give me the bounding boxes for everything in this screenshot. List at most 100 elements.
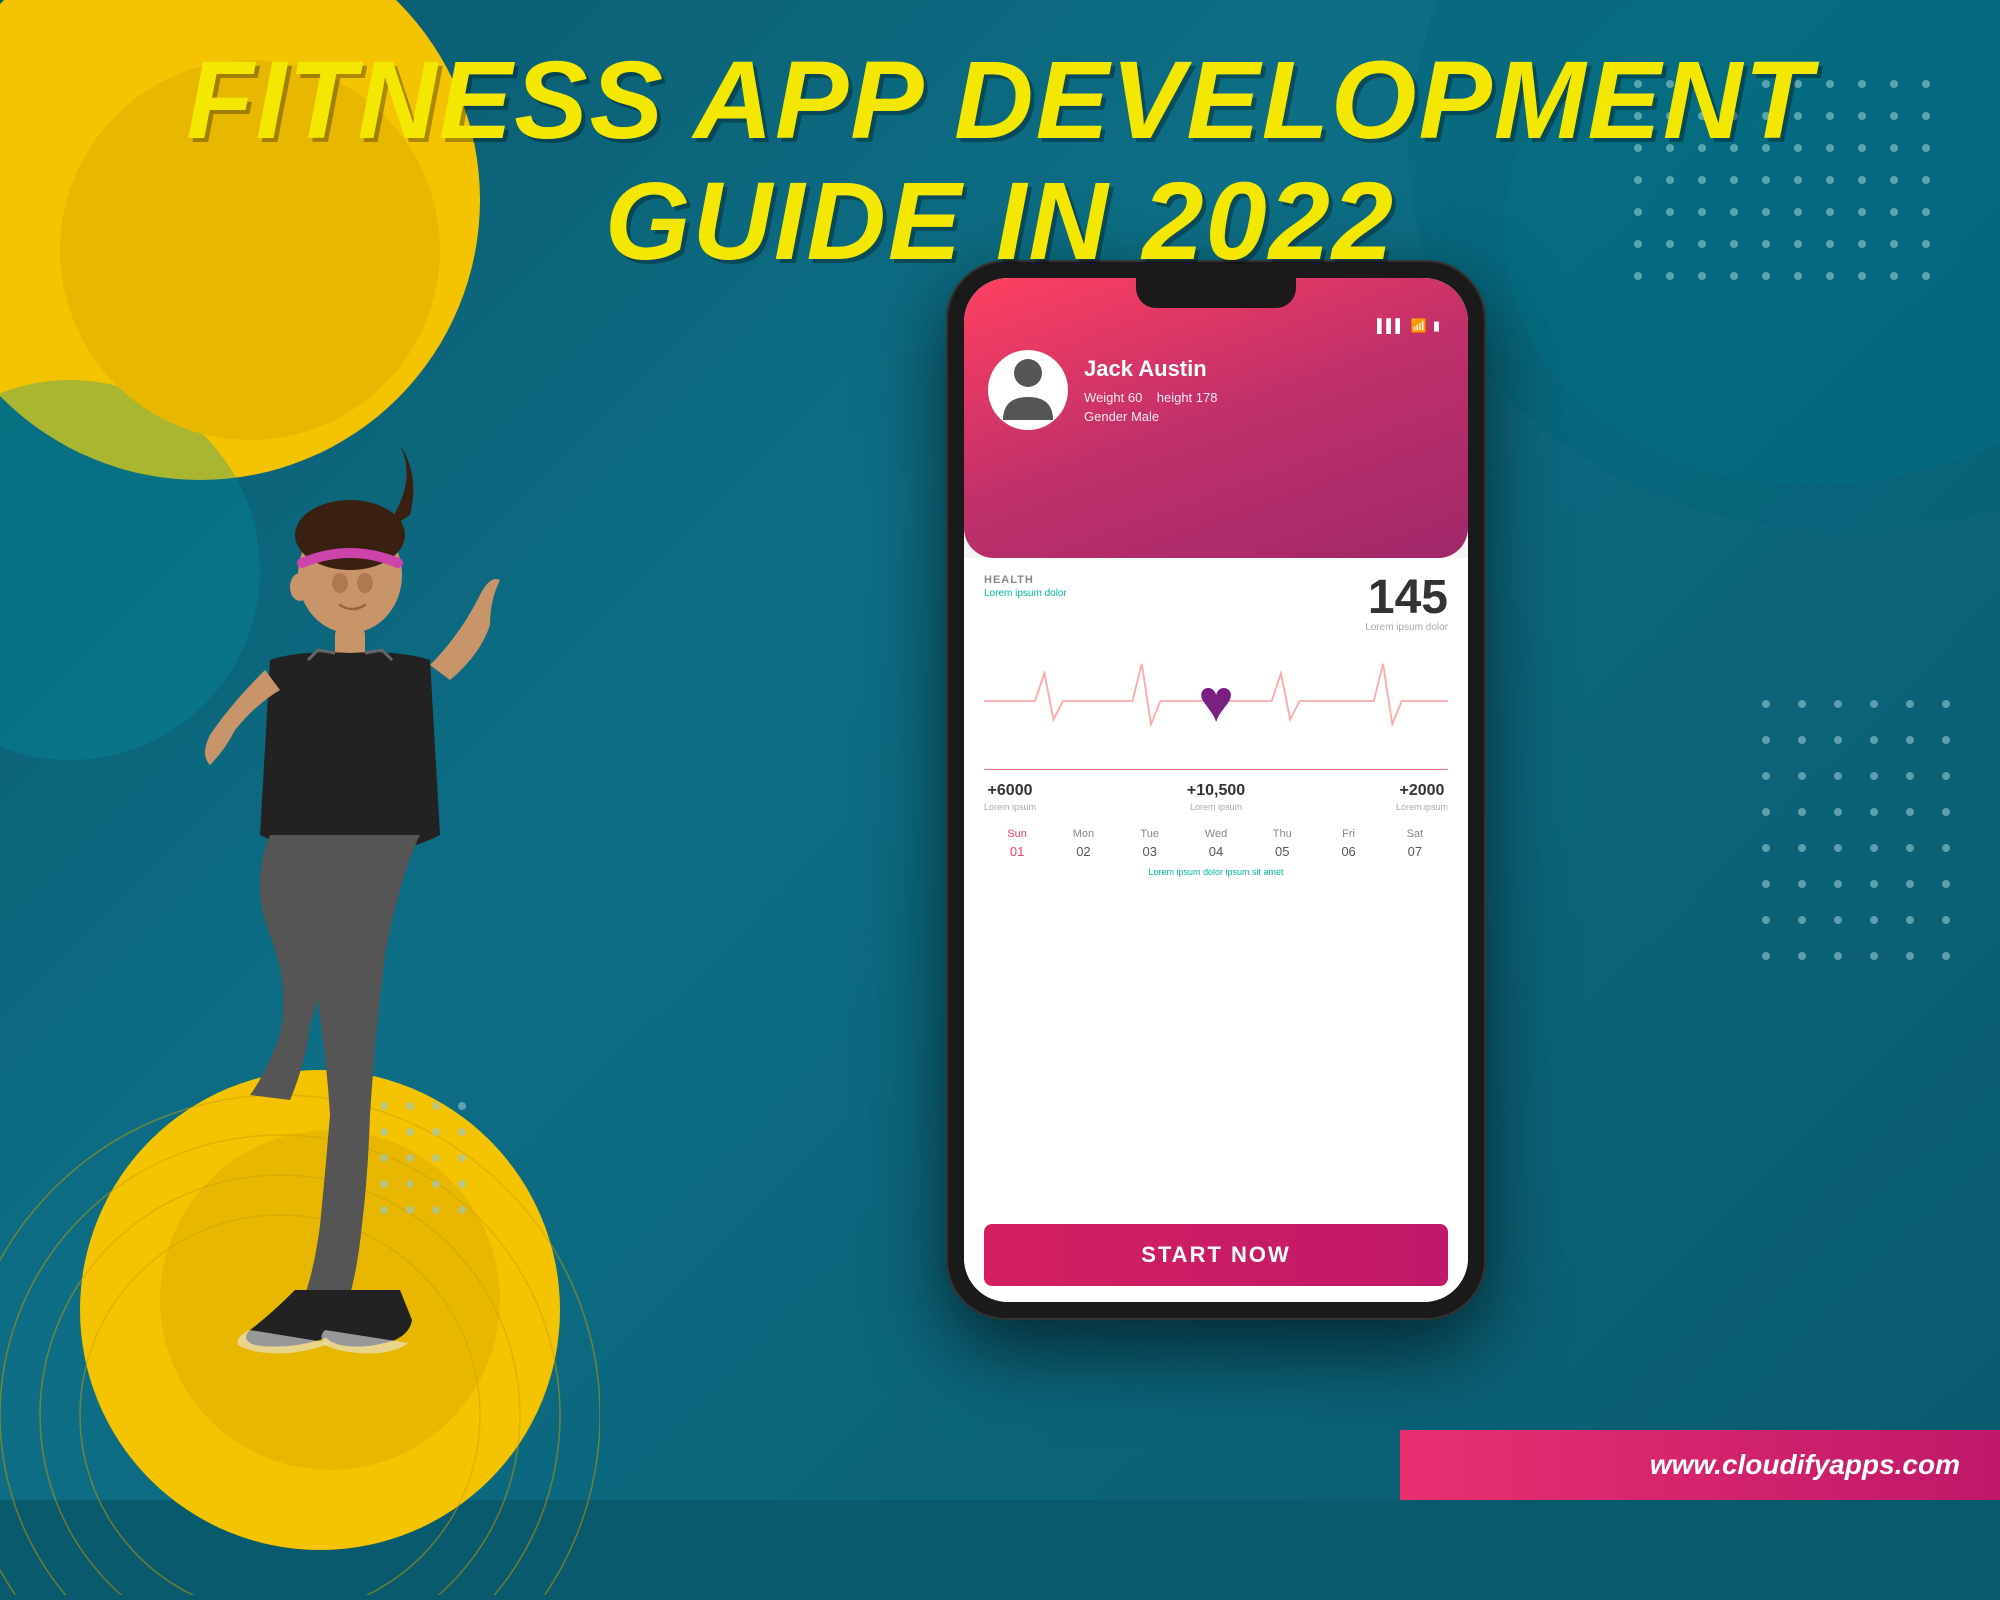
dot xyxy=(1798,700,1806,708)
dot xyxy=(1834,880,1842,888)
stat-item-2: +2000 Lorem ipsum xyxy=(1396,782,1448,812)
dot xyxy=(1762,844,1770,852)
cal-day-name: Fri xyxy=(1315,828,1381,840)
stat-label-1: Lorem ipsum xyxy=(1187,802,1245,812)
dot xyxy=(1762,880,1770,888)
dot xyxy=(1942,880,1950,888)
dot xyxy=(1870,880,1878,888)
calendar-day: Sun 01 xyxy=(984,828,1050,859)
profile-gender: Gender Male xyxy=(1084,409,1217,424)
dot xyxy=(1798,736,1806,744)
dot xyxy=(1870,772,1878,780)
cal-day-name: Mon xyxy=(1050,828,1116,840)
calendar-day: Sat 07 xyxy=(1382,828,1448,859)
dot xyxy=(1798,952,1806,960)
stats-row: +6000 Lorem ipsum +10,500 Lorem ipsum +2… xyxy=(984,782,1448,812)
dot xyxy=(1834,916,1842,924)
profile-stats-weight-height: Weight 60 height 178 xyxy=(1084,390,1217,405)
profile-row: Jack Austin Weight 60 height 178 Gender … xyxy=(988,350,1444,430)
dot xyxy=(1906,952,1914,960)
footer-bar: www.cloudifyapps.com xyxy=(1400,1430,2000,1500)
dot xyxy=(1870,952,1878,960)
dot xyxy=(1942,844,1950,852)
dot xyxy=(1906,916,1914,924)
cal-day-num: 01 xyxy=(984,844,1050,859)
health-label: HEALTH xyxy=(984,574,1067,586)
health-section: HEALTH Lorem ipsum dolor 145 Lorem ipsum… xyxy=(984,574,1448,633)
calendar-day: Tue03 xyxy=(1117,828,1183,859)
stat-item-1: +10,500 Lorem ipsum xyxy=(1187,782,1245,812)
dot xyxy=(1870,736,1878,744)
calendar-sublabel: Lorem ipsum dolor ipsum sit amet xyxy=(984,867,1448,877)
stat-item-0: +6000 Lorem ipsum xyxy=(984,782,1036,812)
dots-grid-mid-right: const dg2 = document.querySelector('.dot… xyxy=(1762,700,1960,970)
dot xyxy=(1798,916,1806,924)
cal-day-num: 02 xyxy=(1050,844,1116,859)
dot xyxy=(1906,700,1914,708)
dot xyxy=(1870,916,1878,924)
dot xyxy=(1906,844,1914,852)
cal-day-num: 05 xyxy=(1249,844,1315,859)
dot xyxy=(1942,952,1950,960)
health-sublabel: Lorem ipsum dolor xyxy=(984,588,1067,599)
dot xyxy=(1834,772,1842,780)
title-line1: FITNESS APP DEVELOPMENT xyxy=(0,40,2000,161)
cal-day-name: Sun xyxy=(984,828,1050,840)
dot xyxy=(1870,700,1878,708)
stat-label-0: Lorem ipsum xyxy=(984,802,1036,812)
dot xyxy=(1798,844,1806,852)
page-title: FITNESS APP DEVELOPMENT GUIDE IN 2022 xyxy=(0,40,2000,282)
dot xyxy=(1762,736,1770,744)
dot xyxy=(1906,880,1914,888)
dot xyxy=(1942,772,1950,780)
dot xyxy=(1762,700,1770,708)
dot xyxy=(1942,736,1950,744)
runner-person xyxy=(40,395,740,1445)
title-line2: GUIDE IN 2022 xyxy=(0,161,2000,282)
dot xyxy=(1942,700,1950,708)
cal-day-name: Thu xyxy=(1249,828,1315,840)
dot xyxy=(1906,736,1914,744)
phone-screen: ▌▌▌ 📶 ▮ Jack Austin Wei xyxy=(964,278,1468,1302)
start-now-button[interactable]: START NOW xyxy=(984,1224,1448,1286)
calendar-row: Sun 01Mon 02Tue03Wed04Thu 05Fri 06Sat 07 xyxy=(984,828,1448,859)
signal-icon: ▌▌▌ xyxy=(1377,318,1405,334)
dot xyxy=(1942,808,1950,816)
cal-day-num: 06 xyxy=(1315,844,1381,859)
dot xyxy=(1762,772,1770,780)
stat-label-2: Lorem ipsum xyxy=(1396,802,1448,812)
phone-mockup: ▌▌▌ 📶 ▮ Jack Austin Wei xyxy=(946,260,1486,1320)
cal-day-name: Sat xyxy=(1382,828,1448,840)
dot xyxy=(1834,700,1842,708)
avatar xyxy=(988,350,1068,430)
health-number-sub: Lorem ipsum dolor xyxy=(1365,622,1448,633)
phone-header: ▌▌▌ 📶 ▮ Jack Austin Wei xyxy=(964,278,1468,558)
heart-rate-chart: ♥ xyxy=(984,641,1448,761)
status-bar: ▌▌▌ 📶 ▮ xyxy=(988,318,1444,334)
dot xyxy=(1834,808,1842,816)
phone-outer: ▌▌▌ 📶 ▮ Jack Austin Wei xyxy=(946,260,1486,1320)
calendar-day: Mon 02 xyxy=(1050,828,1116,859)
cal-day-num: 07 xyxy=(1382,844,1448,859)
stat-value-1: +10,500 xyxy=(1187,782,1245,800)
phone-body: HEALTH Lorem ipsum dolor 145 Lorem ipsum… xyxy=(964,558,1468,1302)
dot xyxy=(1942,916,1950,924)
battery-icon: ▮ xyxy=(1433,318,1440,334)
dot xyxy=(1762,916,1770,924)
website-url: www.cloudifyapps.com xyxy=(1650,1449,1960,1481)
cal-day-num: 03 xyxy=(1117,844,1183,859)
calendar-day: Wed04 xyxy=(1183,828,1249,859)
dot xyxy=(1762,952,1770,960)
calendar-day: Thu 05 xyxy=(1249,828,1315,859)
dot xyxy=(1798,808,1806,816)
dot xyxy=(1870,844,1878,852)
profile-name: Jack Austin xyxy=(1084,356,1217,382)
dot xyxy=(1870,808,1878,816)
cal-day-name: Wed xyxy=(1183,828,1249,840)
dot xyxy=(1798,772,1806,780)
dot xyxy=(1906,772,1914,780)
calendar-day: Fri 06 xyxy=(1315,828,1381,859)
dot xyxy=(1834,736,1842,744)
health-labels: HEALTH Lorem ipsum dolor xyxy=(984,574,1067,599)
heart-icon: ♥ xyxy=(1198,667,1234,736)
